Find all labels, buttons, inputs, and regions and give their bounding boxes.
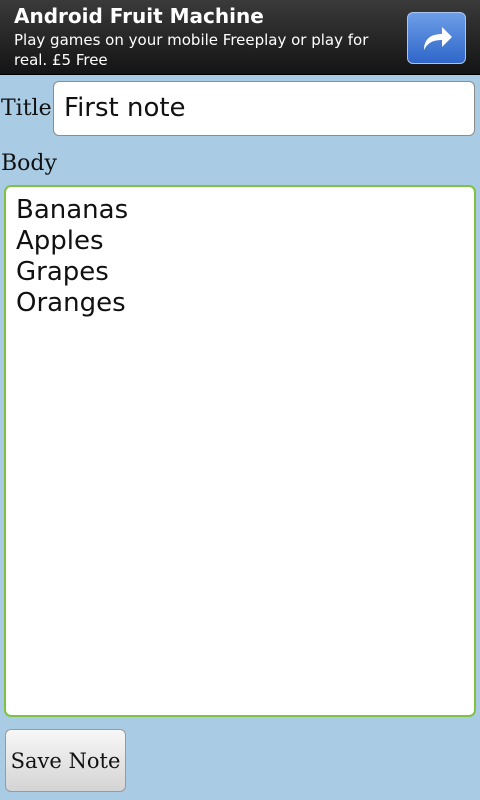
body-input[interactable]: Bananas Apples Grapes Oranges [4, 185, 476, 717]
title-label: Title [1, 96, 52, 121]
title-input[interactable]: First note [53, 81, 475, 136]
share-arrow-icon [420, 24, 454, 52]
body-label: Body [1, 151, 57, 176]
ad-title: Android Fruit Machine [14, 4, 264, 28]
ad-text: Play games on your mobile Freeplay or pl… [14, 31, 369, 69]
body-line: Oranges [16, 288, 126, 318]
save-note-button[interactable]: Save Note [5, 729, 126, 792]
body-line: Grapes [16, 257, 109, 287]
ad-action-button[interactable] [407, 12, 466, 64]
body-line: Apples [16, 226, 104, 256]
body-line: Bananas [16, 195, 129, 225]
ad-banner[interactable]: Android Fruit Machine Play games on your… [0, 0, 480, 75]
